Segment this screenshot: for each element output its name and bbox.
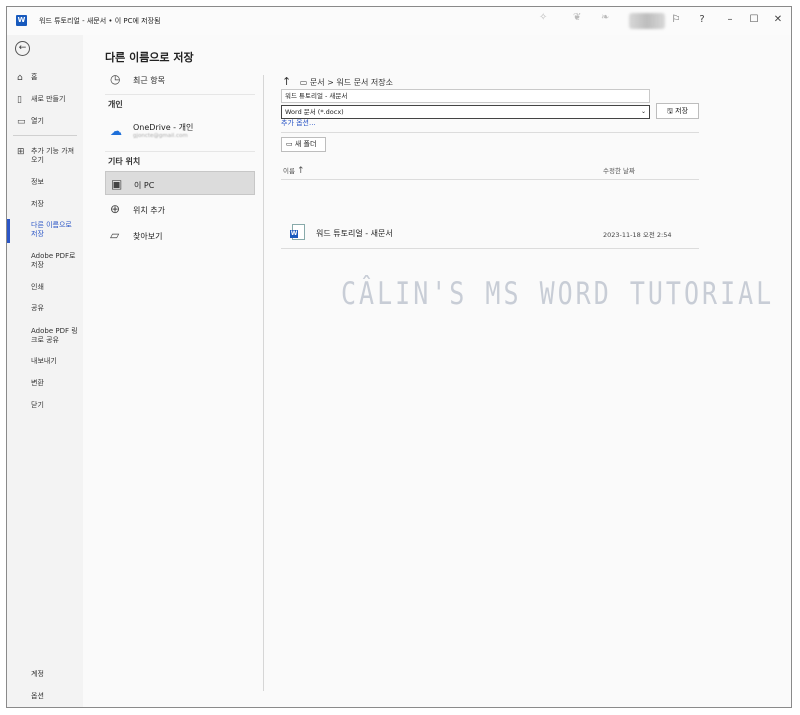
filename-input[interactable]: 워드 튜토리얼 - 새문서	[281, 89, 650, 103]
sort-up-icon: ↑	[297, 166, 305, 176]
clock-icon: ◷	[110, 72, 121, 86]
breadcrumb: ↑ ▭ 문서 > 워드 문서 저장소	[282, 75, 393, 88]
leaf-decoration-icon: ❦	[573, 12, 582, 23]
back-arrow-icon[interactable]: ←	[15, 41, 30, 56]
section-other-locations: 기타 위치	[108, 157, 141, 166]
close-icon[interactable]: ✕	[769, 11, 787, 29]
computer-icon: ▣	[111, 177, 123, 191]
breadcrumb-path[interactable]: 문서 > 워드 문서 저장소	[310, 78, 393, 87]
location-label: OneDrive - 개인	[133, 123, 194, 132]
location-this-pc[interactable]: ▣ 이 PC	[105, 171, 255, 195]
word-file-icon	[290, 224, 305, 240]
column-header-label: 이름	[283, 167, 295, 175]
location-label: 위치 추가	[133, 206, 165, 215]
minimize-icon[interactable]: –	[721, 11, 739, 29]
folder-icon: ▱	[110, 228, 120, 242]
sidebar-item-label: Adobe PDF 링크로 공유	[31, 327, 78, 344]
maximize-icon[interactable]: ☐	[745, 11, 763, 29]
save-button[interactable]: 🖫 저장	[656, 103, 699, 119]
onedrive-email: gjoncte@gmail.com	[133, 133, 188, 139]
sidebar-item-label: 닫기	[31, 401, 44, 409]
help-icon[interactable]: ?	[693, 11, 711, 29]
feedback-icon[interactable]: ⚐	[667, 11, 685, 29]
sidebar-item-label: 인쇄	[31, 283, 44, 291]
location-recent[interactable]: ◷ 최근 항목	[105, 67, 255, 91]
account-avatar[interactable]	[629, 13, 665, 29]
new-folder-icon: ▭	[286, 140, 295, 148]
sidebar-item-label: 옵션	[31, 692, 44, 700]
globe-icon: ⊕	[110, 202, 121, 216]
home-icon: ⌂	[17, 73, 23, 83]
addin-grid-icon: ⊞	[17, 147, 25, 157]
file-modified-date: 2023-11-18 오전 2:54	[603, 231, 672, 239]
file-row[interactable]: 워드 튜토리얼 - 새문서 2023-11-18 오전 2:54	[281, 220, 699, 248]
sidebar-item-label: 추가 기능 가져오기	[31, 147, 75, 164]
sidebar-item-label: 저장	[31, 200, 44, 208]
leaf-decoration-icon: ❧	[601, 12, 610, 23]
sidebar-item-label: 내보내기	[31, 357, 57, 365]
word-window: W 워드 튜토리얼 - 새문서 • 이 PC에 저장됨 ✧ ❦ ❧ ⚐ ? – …	[6, 6, 792, 708]
new-doc-icon: ▯	[17, 95, 22, 105]
divider	[281, 179, 699, 180]
location-browse[interactable]: ▱ 찾아보기	[105, 223, 255, 247]
divider	[105, 151, 255, 152]
backstage-sidebar: ← ⌂ 홈 ▯ 새로 만들기 ▭ 열기 ⊞ 추가 기능 가져오기 정보 저장 다…	[7, 35, 83, 707]
sidebar-item-label: 새로 만들기	[31, 95, 66, 103]
file-name: 워드 튜토리얼 - 새문서	[316, 229, 393, 238]
sidebar-item-label: 정보	[31, 178, 44, 186]
filetype-value: Word 문서 (*.docx)	[285, 108, 344, 116]
sidebar-item-label: 공유	[31, 304, 44, 312]
folder-open-icon: ▭	[17, 117, 26, 127]
new-folder-button[interactable]: ▭ 새 폴더	[281, 137, 326, 152]
location-add-place[interactable]: ⊕ 위치 추가	[105, 197, 255, 221]
section-personal: 개인	[108, 100, 123, 109]
location-label: 찾아보기	[133, 232, 163, 241]
sidebar-item-label: 계정	[31, 670, 44, 678]
page-title: 다른 이름으로 저장	[105, 51, 194, 64]
sidebar-item-label: Adobe PDF로 저장	[31, 252, 76, 269]
word-logo-icon: W	[16, 15, 27, 26]
title-bar: W 워드 튜토리얼 - 새문서 • 이 PC에 저장됨 ✧ ❦ ❧ ⚐ ? – …	[7, 7, 791, 35]
sidebar-divider	[13, 135, 77, 136]
save-icon: 🖫	[666, 107, 673, 115]
sidebar-item-label: 열기	[31, 117, 44, 125]
leaf-decoration-icon: ✧	[539, 12, 548, 23]
location-onedrive[interactable]: ☁ OneDrive - 개인 gjoncte@gmail.com	[105, 117, 255, 147]
chevron-down-icon: ⌄	[640, 108, 646, 115]
cloud-icon: ☁	[110, 124, 122, 138]
save-as-pane: 다른 이름으로 저장 ◷ 최근 항목 개인 ☁ OneDrive - 개인 gj…	[83, 35, 791, 707]
column-header-name[interactable]: 이름 ↑	[283, 165, 305, 176]
watermark-text: CÂLIN'S MS WORD TUTORIAL	[341, 275, 775, 312]
sidebar-item-label: 홈	[31, 73, 38, 81]
up-arrow-icon[interactable]: ↑	[282, 75, 291, 88]
divider	[281, 132, 699, 133]
window-title: 워드 튜토리얼 - 새문서 • 이 PC에 저장됨	[39, 17, 161, 25]
divider	[105, 94, 255, 95]
location-label: 최근 항목	[133, 76, 165, 85]
location-label: 이 PC	[134, 181, 155, 190]
column-header-modified[interactable]: 수정한 날짜	[603, 165, 635, 175]
divider	[281, 248, 699, 249]
sidebar-item-label: 변환	[31, 379, 44, 387]
sidebar-item-label: 다른 이름으로 저장	[31, 221, 72, 238]
new-folder-label: 새 폴더	[294, 140, 317, 148]
save-button-label: 저장	[675, 107, 689, 115]
folder-icon: ▭	[299, 78, 310, 87]
pane-divider	[263, 75, 264, 691]
filetype-select[interactable]: Word 문서 (*.docx) ⌄	[281, 105, 650, 119]
more-options-link[interactable]: 추가 옵션...	[281, 118, 316, 128]
